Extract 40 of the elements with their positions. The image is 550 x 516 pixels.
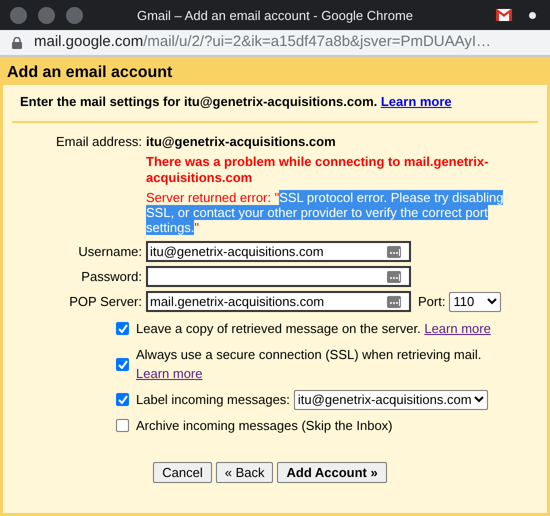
lock-icon[interactable] [12, 36, 22, 48]
checkbox[interactable] [116, 322, 129, 336]
option-label: Leave a copy of retrieved message on the server. [136, 321, 421, 336]
email-value: itu@genetrix-acquisitions.com [146, 132, 337, 151]
checkbox[interactable] [116, 358, 129, 370]
error-message: Server returned error: "SSL protocol error. Please try disabling SSL, or contact your other provider to verify the correct port settings." [146, 190, 504, 235]
field-label: Password: [80, 268, 142, 286]
password-manager-icon[interactable] [387, 246, 401, 258]
dropdown-caret-icon [474, 396, 484, 403]
intro-text: Enter the mail settings for itu@genetrix-acquisitions.com. [20, 94, 378, 109]
learn-more-link[interactable]: Learn more [424, 321, 491, 336]
field-label: Username: [77, 242, 142, 261]
window-control[interactable] [10, 6, 27, 24]
learn-more-link[interactable]: Learn more [380, 94, 452, 109]
port-select[interactable]: 110 [449, 292, 502, 312]
dialog-button[interactable]: « Back [216, 462, 274, 483]
text-field[interactable] [146, 266, 411, 287]
port-label: Port: [418, 292, 446, 311]
dialog-button[interactable]: Cancel [153, 462, 212, 483]
dialog-button[interactable]: Add Account » [277, 462, 387, 483]
mail-icon [496, 9, 512, 21]
dropdown-caret-icon [487, 298, 498, 305]
option-label: Archive incoming messages (Skip the Inbox) [136, 418, 393, 432]
option-label: Label incoming messages: [136, 390, 290, 409]
checkbox[interactable] [116, 393, 129, 406]
option-label: Always use a secure connection (SSL) when retrieving mail. [136, 346, 482, 362]
error-headline: There was a problem while connecting to mail.genetrix-acquisitions.com [146, 154, 490, 186]
window-control[interactable] [38, 6, 55, 24]
learn-more-link[interactable]: Learn more [136, 366, 202, 381]
dialog-title: Add an email account [6, 63, 174, 83]
field-label: POP Server: [68, 292, 142, 311]
text-field[interactable]: mail.genetrix-acquisitions.com [146, 291, 411, 312]
field-label: Email address: [55, 132, 142, 150]
password-manager-icon[interactable] [387, 270, 401, 282]
password-manager-icon[interactable] [387, 296, 401, 308]
checkbox[interactable] [116, 418, 129, 432]
text-field[interactable]: itu@genetrix-acquisitions.com [146, 241, 411, 262]
window-control[interactable] [66, 6, 83, 24]
window-title: Gmail – Add an email account - Google Chrome [136, 7, 414, 25]
label-select[interactable]: itu@genetrix-acquisitions.com [294, 390, 488, 410]
